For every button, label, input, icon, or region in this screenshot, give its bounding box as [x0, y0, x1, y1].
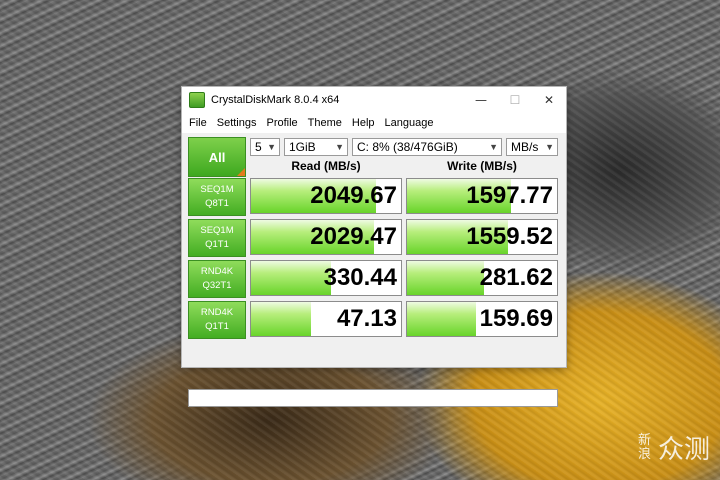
watermark-big-text: 众测	[657, 435, 710, 465]
read-result: 47.13	[250, 301, 402, 337]
test-size-value: 1GiB	[289, 140, 316, 154]
minimize-button[interactable]: —	[464, 87, 498, 113]
test-name: SEQ1M	[200, 184, 234, 195]
write-result-value: 281.62	[479, 264, 553, 291]
test-button[interactable]: RND4K Q32T1	[188, 260, 246, 298]
chevron-down-icon: ▼	[267, 142, 276, 152]
menu-file[interactable]: File	[184, 117, 212, 129]
read-result-bar	[251, 261, 331, 295]
menu-bar: File Settings Profile Theme Help Languag…	[182, 113, 566, 133]
read-result: 2049.67	[250, 178, 402, 214]
menu-settings[interactable]: Settings	[212, 117, 262, 129]
test-count-value: 5	[255, 140, 262, 154]
unit-select[interactable]: MB/s ▼	[506, 138, 558, 156]
test-queue: Q32T1	[202, 280, 232, 291]
test-name: RND4K	[200, 266, 234, 277]
read-result-bar	[251, 302, 311, 336]
write-header: Write (MB/s)	[447, 159, 517, 173]
write-result: 159.69	[406, 301, 558, 337]
test-size-select[interactable]: 1GiB ▼	[284, 138, 348, 156]
window-title: CrystalDiskMark 8.0.4 x64	[211, 94, 340, 106]
chevron-down-icon: ▼	[545, 142, 554, 152]
read-result-value: 47.13	[336, 305, 397, 332]
test-button[interactable]: SEQ1M Q1T1	[188, 219, 246, 257]
write-result: 281.62	[406, 260, 558, 296]
menu-help[interactable]: Help	[347, 117, 380, 129]
read-header: Read (MB/s)	[291, 159, 361, 173]
write-result-value: 1597.77	[466, 182, 553, 209]
test-queue: Q1T1	[205, 321, 229, 332]
menu-language[interactable]: Language	[380, 117, 439, 129]
menu-theme[interactable]: Theme	[303, 117, 347, 129]
watermark: 新浪 众测	[638, 429, 710, 466]
test-name: SEQ1M	[200, 225, 234, 236]
chevron-down-icon: ▼	[335, 142, 344, 152]
read-result-value: 330.44	[323, 264, 397, 291]
menu-profile[interactable]: Profile	[261, 117, 302, 129]
maximize-button[interactable]: ☐	[498, 87, 532, 113]
write-result: 1597.77	[406, 178, 558, 214]
corner-flag-icon	[237, 168, 245, 176]
comment-field[interactable]	[188, 389, 558, 407]
test-button[interactable]: SEQ1M Q8T1	[188, 178, 246, 216]
read-result-value: 2029.47	[310, 223, 397, 250]
read-result-value: 2049.67	[310, 182, 397, 209]
main-panel: All 5 ▼ 1GiB ▼ C: 8% (38/476GiB) ▼ MB/s …	[182, 133, 566, 407]
chevron-down-icon: ▼	[489, 142, 498, 152]
watermark-small-text: 新浪	[637, 432, 651, 462]
write-result-bar	[407, 261, 484, 295]
close-button[interactable]: ✕	[532, 87, 566, 113]
write-result-value: 159.69	[479, 305, 553, 332]
run-all-button[interactable]: All	[188, 137, 246, 177]
read-result: 2029.47	[250, 219, 402, 255]
read-result: 330.44	[250, 260, 402, 296]
drive-value: C: 8% (38/476GiB)	[357, 140, 458, 154]
run-all-label: All	[208, 149, 226, 165]
test-name: RND4K	[200, 307, 234, 318]
test-button[interactable]: RND4K Q1T1	[188, 301, 246, 339]
write-result-bar	[407, 302, 476, 336]
test-count-select[interactable]: 5 ▼	[250, 138, 280, 156]
write-result-value: 1559.52	[466, 223, 553, 250]
unit-value: MB/s	[511, 140, 539, 154]
crystaldiskmark-window: CrystalDiskMark 8.0.4 x64 — ☐ ✕ File Set…	[181, 86, 567, 407]
test-queue: Q1T1	[205, 239, 229, 250]
app-icon	[189, 92, 205, 108]
write-result: 1559.52	[406, 219, 558, 255]
drive-select[interactable]: C: 8% (38/476GiB) ▼	[352, 138, 502, 156]
title-bar: CrystalDiskMark 8.0.4 x64 — ☐ ✕	[182, 87, 566, 113]
test-queue: Q8T1	[205, 198, 229, 209]
